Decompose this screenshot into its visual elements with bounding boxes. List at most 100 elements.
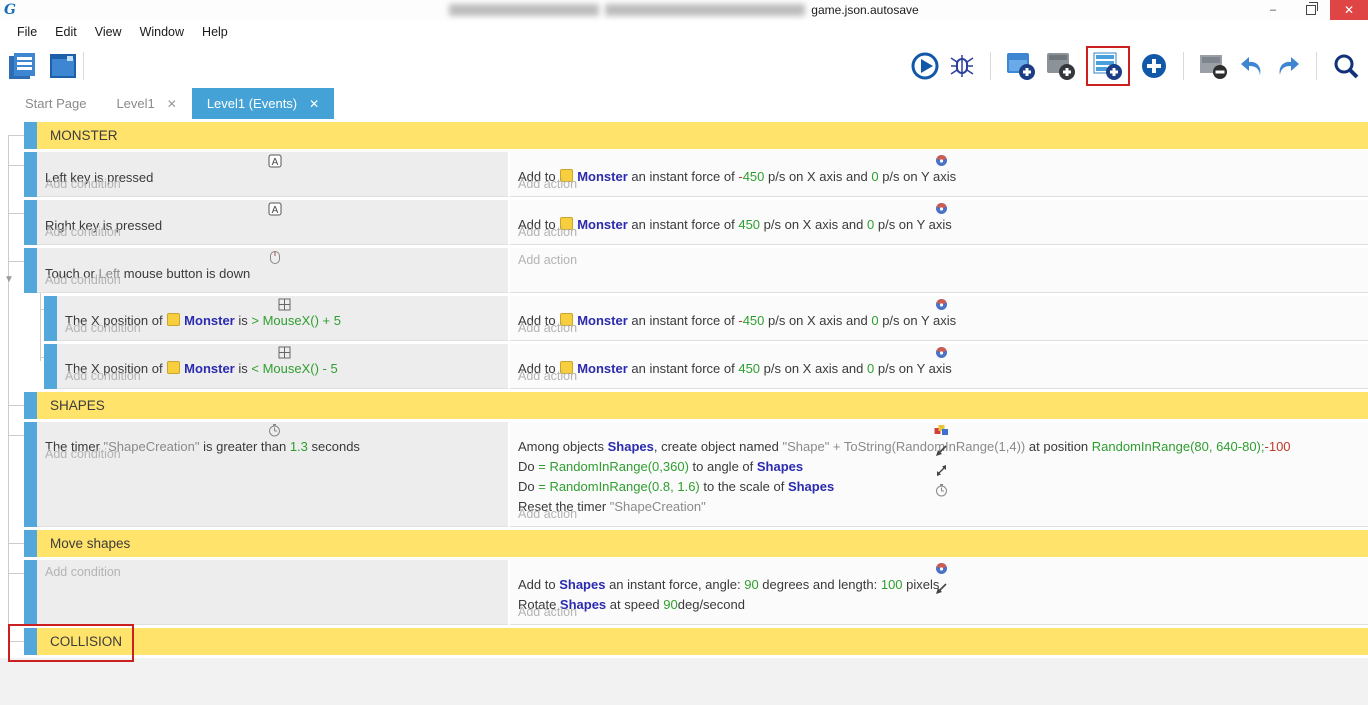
event-row[interactable]: ARight key is pressedAdd condition Add to… [0,200,1368,245]
delete-event-icon[interactable] [1199,52,1229,80]
event-select-bar[interactable] [44,296,57,341]
conditions-cell[interactable]: The timer "ShapeCreation" is greater tha… [37,422,508,527]
action-line[interactable]: Add to Monster an instant force of -450 … [518,298,1368,318]
text-segment: at position [1025,439,1092,454]
event-row[interactable]: Add condition Add to Shapes an instant fo… [0,560,1368,625]
actions-cell[interactable]: Add to Monster an instant force of 450 p… [510,344,1368,389]
event-row[interactable]: The timer "ShapeCreation" is greater tha… [0,422,1368,527]
event-row[interactable]: ALeft key is pressedAdd condition Add to … [0,152,1368,197]
event-select-bar[interactable] [24,628,37,655]
text-segment: is [235,361,252,376]
text-segment: "ShapeCreation" [610,499,706,514]
actions-cell[interactable]: Add to Monster an instant force of -450 … [510,152,1368,197]
add-circle-icon[interactable] [1140,52,1168,80]
text-segment: an instant force of [628,217,739,232]
minimize-button[interactable]: – [1254,0,1292,20]
condition-line[interactable]: Touch or Left mouse button is down [45,250,508,270]
text-segment: to the scale of [700,479,788,494]
condition-line[interactable]: The X position of Monster is > MouseX() … [65,298,508,318]
search-icon[interactable] [1332,52,1360,80]
group-header-row[interactable]: COLLISION [0,628,1368,655]
position-icon [65,298,508,311]
text-segment: p/s on Y axis [874,217,952,232]
menu-item-window[interactable]: Window [131,22,193,42]
tab-close-icon[interactable]: ✕ [309,97,319,111]
add-condition-link[interactable]: Add condition [45,174,508,194]
add-condition-link[interactable]: Add condition [45,270,508,290]
condition-line[interactable]: The X position of Monster is < MouseX() … [65,346,508,366]
group-header-row[interactable]: MONSTER [0,122,1368,149]
menu-item-view[interactable]: View [86,22,131,42]
redo-icon[interactable] [1275,54,1301,78]
tab-level1-events-[interactable]: Level1 (Events)✕ [192,88,334,119]
text-segment: Do [518,459,538,474]
event-row[interactable]: Touch or Left mouse button is downAdd co… [0,248,1368,293]
group-header-row[interactable]: SHAPES [0,392,1368,419]
event-select-bar[interactable] [24,530,37,557]
tab-label: Level1 [116,96,154,111]
preview-play-icon[interactable] [911,52,939,80]
event-row[interactable]: The X position of Monster is > MouseX() … [0,296,1368,341]
action-line[interactable]: Add to Shapes an instant force, angle: 9… [518,562,1368,582]
add-condition-link[interactable]: Add condition [45,562,508,582]
menu-item-file[interactable]: File [8,22,46,42]
conditions-cell[interactable]: Add condition [37,560,508,625]
debug-icon[interactable] [949,53,975,79]
conditions-cell[interactable]: ARight key is pressedAdd condition [37,200,508,245]
toolbar-divider [1183,52,1184,80]
action-line[interactable]: Add to Monster an instant force of 450 p… [518,346,1368,366]
menu-item-edit[interactable]: Edit [46,22,86,42]
svg-text:A: A [271,205,278,216]
collapse-arrow-icon[interactable]: ▼ [4,274,14,285]
action-line[interactable]: Among objects Shapes, create object name… [518,424,1368,444]
tab-start-page[interactable]: Start Page [10,88,101,119]
conditions-cell[interactable]: The X position of Monster is > MouseX() … [57,296,508,341]
text-segment: Shapes [788,479,834,494]
text-segment: mouse button is down [120,266,250,281]
menu-item-help[interactable]: Help [193,22,237,42]
tree-rail [0,152,24,197]
text-segment: to angle of [689,459,757,474]
action-line[interactable]: Add to Monster an instant force of -450 … [518,154,1368,174]
close-button[interactable]: ✕ [1330,0,1368,20]
actions-cell[interactable]: Add to Shapes an instant force, angle: 9… [510,560,1368,625]
project-manager-icon[interactable] [8,52,38,80]
event-select-bar[interactable] [24,152,37,197]
text-segment: deg/second [678,597,745,612]
tree-rail [0,200,24,245]
mouse-icon [45,250,508,264]
event-select-bar[interactable] [24,560,37,625]
text-segment: 1.3 [290,439,308,454]
actions-cell[interactable]: Among objects Shapes, create object name… [510,422,1368,527]
conditions-cell[interactable]: The X position of Monster is < MouseX() … [57,344,508,389]
event-select-bar[interactable] [24,248,37,293]
text-segment: is greater than [199,439,289,454]
tab-level1[interactable]: Level1 ✕ [101,88,191,119]
add-action-link[interactable]: Add action [518,250,1368,270]
event-select-bar[interactable] [24,122,37,149]
condition-line[interactable]: The timer "ShapeCreation" is greater tha… [45,424,508,444]
add-condition-link[interactable]: Add condition [45,222,508,242]
add-scene-icon[interactable] [1006,51,1036,81]
event-select-bar[interactable] [24,392,37,419]
condition-line[interactable]: ARight key is pressed [45,202,508,222]
scene-editor-icon[interactable] [48,52,78,80]
tab-close-icon[interactable]: ✕ [167,97,177,111]
event-select-bar[interactable] [24,200,37,245]
add-external-events-icon[interactable] [1046,51,1076,81]
event-select-bar[interactable] [24,422,37,527]
conditions-cell[interactable]: Touch or Left mouse button is downAdd co… [37,248,508,293]
action-line[interactable]: Add to Monster an instant force of 450 p… [518,202,1368,222]
undo-icon[interactable] [1239,54,1265,78]
actions-cell[interactable]: Add to Monster an instant force of -450 … [510,296,1368,341]
actions-cell[interactable]: Add to Monster an instant force of 450 p… [510,200,1368,245]
actions-cell[interactable]: Add action [510,248,1368,293]
group-header-row[interactable]: Move shapes [0,530,1368,557]
event-select-bar[interactable] [44,344,57,389]
event-row[interactable]: The X position of Monster is < MouseX() … [0,344,1368,389]
condition-line[interactable]: ALeft key is pressed [45,154,508,174]
restore-button[interactable] [1292,0,1330,20]
conditions-cell[interactable]: ALeft key is pressedAdd condition [37,152,508,197]
text-segment: Do [518,479,538,494]
add-event-icon[interactable] [1093,51,1123,81]
